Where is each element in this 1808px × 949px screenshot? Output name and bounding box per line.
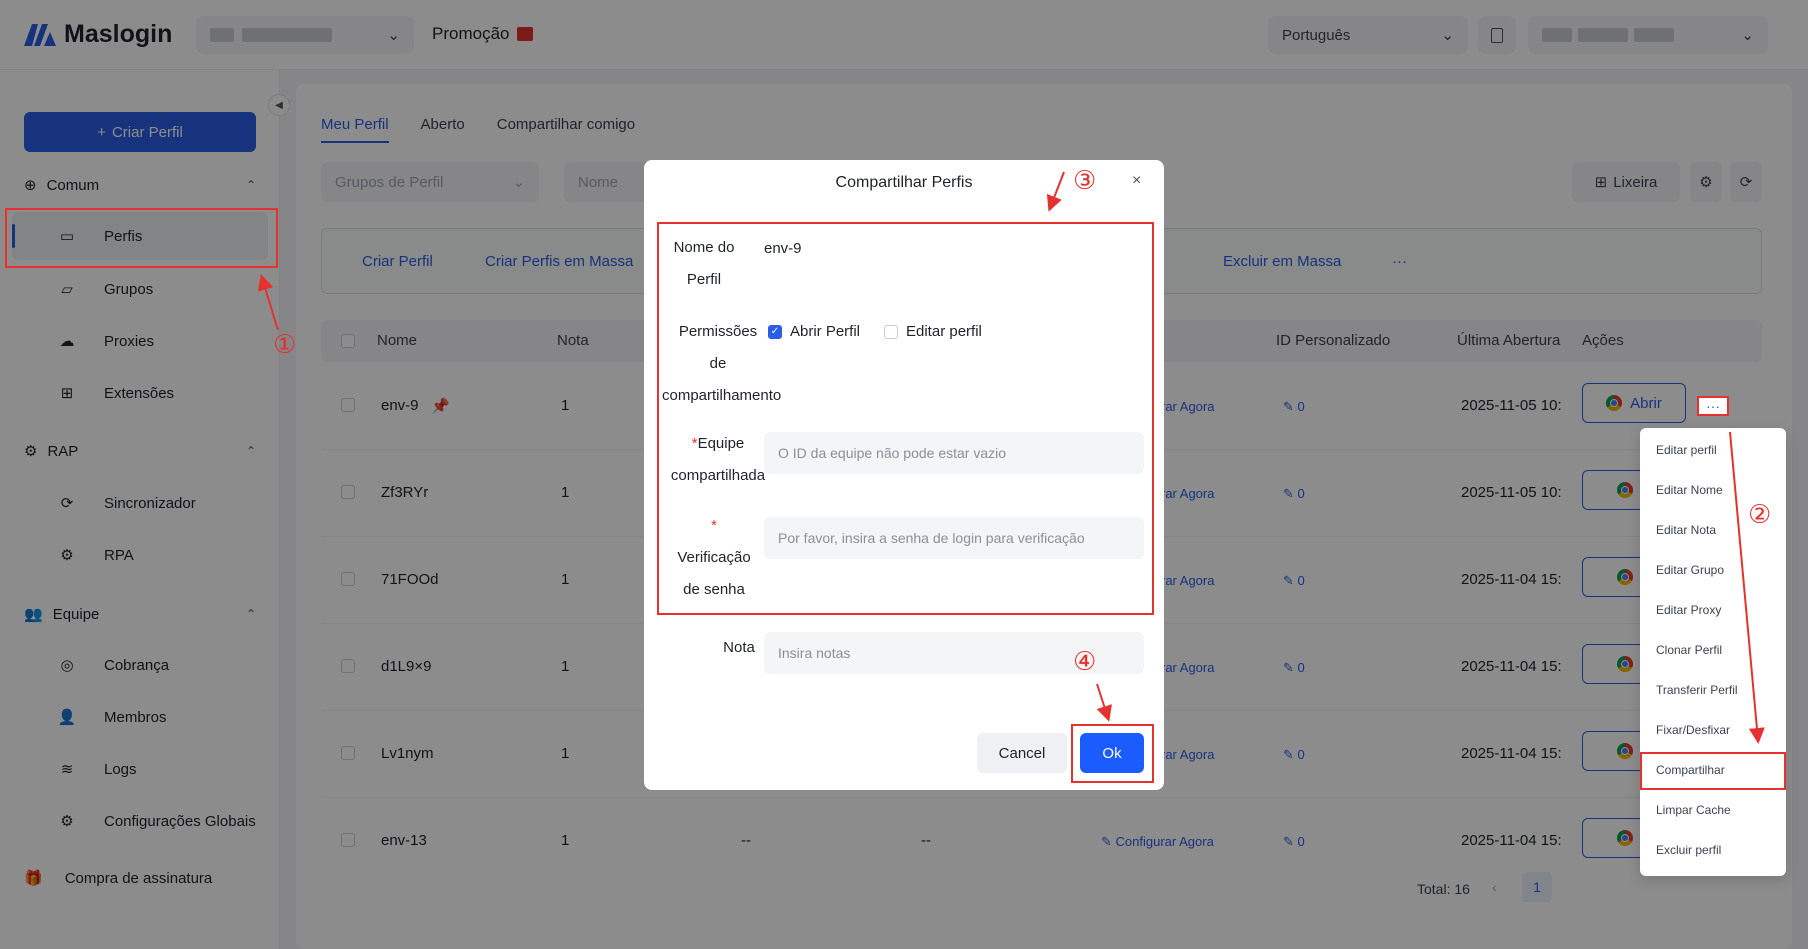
label-line: compartilhada bbox=[670, 467, 766, 484]
label-line: Verificação bbox=[677, 549, 751, 566]
label-line: compartilhamento bbox=[662, 387, 782, 404]
menu-item-transfer[interactable]: Transferir Perfil bbox=[1656, 683, 1738, 697]
profile-name-value: env-9 bbox=[764, 240, 802, 257]
annotation-step-3: ③ bbox=[1073, 166, 1097, 196]
label-line: Nome do bbox=[673, 239, 735, 256]
annotation-step-1: ① bbox=[273, 330, 297, 360]
menu-item-edit-name[interactable]: Editar Nome bbox=[1656, 483, 1723, 497]
menu-item-pin[interactable]: Fixar/Desfixar bbox=[1656, 723, 1730, 737]
open-profile-label: Abrir Perfil bbox=[790, 323, 861, 340]
ok-button[interactable]: Ok bbox=[1080, 733, 1144, 773]
menu-item-share[interactable]: Compartilhar bbox=[1656, 763, 1725, 777]
menu-item-clone[interactable]: Clonar Perfil bbox=[1656, 643, 1722, 657]
label-line: de bbox=[709, 355, 727, 372]
annotation-step-4: ④ bbox=[1073, 647, 1097, 677]
checkbox-unchecked-icon bbox=[884, 324, 898, 339]
share-profiles-modal: Compartilhar Perfis × Nome do Perfil env… bbox=[644, 160, 1164, 790]
menu-item-clear-cache[interactable]: Limpar Cache bbox=[1656, 803, 1731, 817]
more-actions-button[interactable]: ··· bbox=[1697, 396, 1729, 416]
required-mark: * bbox=[711, 517, 717, 534]
menu-item-edit-group[interactable]: Editar Grupo bbox=[1656, 563, 1724, 577]
team-label: *Equipe compartilhada bbox=[662, 428, 774, 492]
profile-context-menu: Editar perfil Editar Nome Editar Nota Ed… bbox=[1640, 428, 1786, 876]
profile-name-label: Nome do Perfil bbox=[664, 232, 744, 296]
label-line: de senha bbox=[683, 581, 745, 598]
edit-profile-label: Editar perfil bbox=[906, 323, 982, 340]
note-label: Nota bbox=[723, 639, 755, 656]
menu-item-delete[interactable]: Excluir perfil bbox=[1656, 843, 1721, 857]
checkbox-checked-icon: ✓ bbox=[768, 324, 782, 339]
menu-item-edit-note[interactable]: Editar Nota bbox=[1656, 523, 1716, 537]
cancel-button[interactable]: Cancel bbox=[977, 733, 1067, 773]
menu-item-edit-proxy[interactable]: Editar Proxy bbox=[1656, 603, 1721, 617]
password-input[interactable] bbox=[764, 517, 1144, 559]
password-label: * Verificação de senha bbox=[664, 510, 764, 606]
share-permissions-label: Permissões de compartilhamento bbox=[662, 316, 782, 412]
edit-profile-checkbox[interactable]: Editar perfil bbox=[884, 323, 982, 340]
team-id-input[interactable] bbox=[764, 432, 1144, 474]
label-line: Permissões bbox=[678, 323, 758, 340]
label-line: Equipe bbox=[697, 435, 745, 452]
open-profile-checkbox[interactable]: ✓ Abrir Perfil bbox=[768, 323, 860, 340]
annotation-step-2: ② bbox=[1748, 500, 1772, 530]
label-line: Perfil bbox=[686, 271, 722, 288]
menu-item-edit-profile[interactable]: Editar perfil bbox=[1656, 443, 1717, 457]
close-icon[interactable]: × bbox=[1132, 172, 1141, 190]
